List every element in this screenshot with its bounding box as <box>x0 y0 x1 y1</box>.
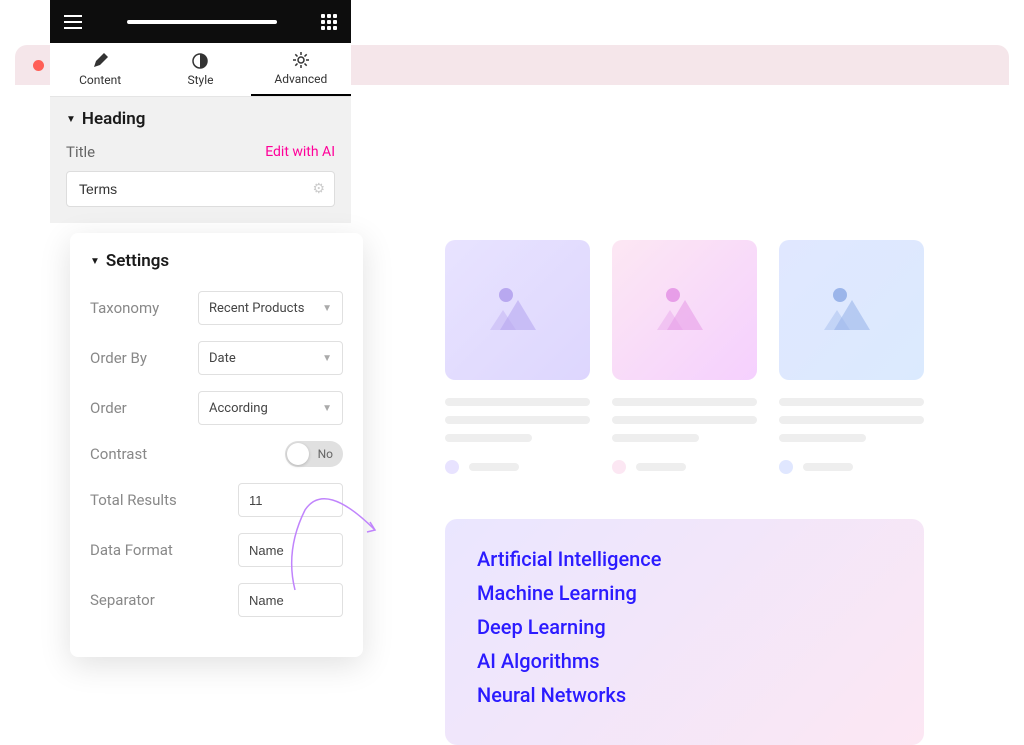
caret-down-icon: ▼ <box>90 256 100 267</box>
tab-label: Content <box>79 73 121 87</box>
edit-with-ai-button[interactable]: Edit with AI <box>265 144 335 160</box>
setting-row-contrast: Contrast No <box>90 441 343 467</box>
setting-row-total: Total Results <box>90 483 343 517</box>
gear-icon <box>293 52 309 68</box>
setting-label: Separator <box>90 591 155 609</box>
skeleton-line <box>612 398 757 406</box>
pencil-icon <box>92 53 108 69</box>
contrast-toggle[interactable]: No <box>285 441 343 467</box>
skeleton-meta <box>779 460 924 474</box>
preview-card <box>779 240 924 474</box>
data-format-input[interactable] <box>238 533 343 567</box>
term-link[interactable]: Neural Networks <box>477 683 892 707</box>
chevron-down-icon: ▼ <box>322 303 332 314</box>
setting-label: Total Results <box>90 491 177 509</box>
image-placeholder-icon <box>779 240 924 380</box>
preview-card <box>612 240 757 474</box>
chevron-down-icon: ▼ <box>322 403 332 414</box>
tab-content[interactable]: Content <box>50 43 150 96</box>
heading-toggle[interactable]: ▼ Heading <box>66 109 335 129</box>
image-placeholder-icon <box>612 240 757 380</box>
order-select[interactable]: According ▼ <box>198 391 343 425</box>
skeleton-meta <box>445 460 590 474</box>
orderby-select[interactable]: Date ▼ <box>198 341 343 375</box>
skeleton-line <box>612 434 699 442</box>
image-placeholder-icon <box>445 240 590 380</box>
skeleton-line <box>445 434 532 442</box>
skeleton-line <box>779 434 866 442</box>
total-results-input[interactable] <box>238 483 343 517</box>
terms-output: Artificial Intelligence Machine Learning… <box>445 519 924 745</box>
setting-label: Taxonomy <box>90 299 159 317</box>
preview-area: Artificial Intelligence Machine Learning… <box>445 240 924 745</box>
taxonomy-select[interactable]: Recent Products ▼ <box>198 291 343 325</box>
setting-row-taxonomy: Taxonomy Recent Products ▼ <box>90 291 343 325</box>
caret-down-icon: ▼ <box>66 114 76 125</box>
skeleton-meta <box>612 460 757 474</box>
title-label: Title <box>66 143 95 161</box>
select-value: Recent Products <box>209 301 304 316</box>
separator-input[interactable] <box>238 583 343 617</box>
settings-popup: ▼ Settings Taxonomy Recent Products ▼ Or… <box>70 233 363 657</box>
select-value: Date <box>209 351 236 366</box>
term-link[interactable]: Machine Learning <box>477 581 892 605</box>
skeleton-line <box>612 416 757 424</box>
setting-label: Order <box>90 399 127 417</box>
skeleton-line <box>445 416 590 424</box>
tab-style[interactable]: Style <box>150 43 250 96</box>
tab-label: Style <box>187 73 213 87</box>
title-input-wrap: ⚙ <box>66 171 335 207</box>
settings-toggle[interactable]: ▼ Settings <box>90 251 343 271</box>
drag-handle-icon[interactable] <box>127 20 277 24</box>
term-link[interactable]: Deep Learning <box>477 615 892 639</box>
dynamic-tag-icon[interactable]: ⚙ <box>312 181 325 197</box>
tab-label: Advanced <box>274 72 327 86</box>
skeleton-line <box>779 398 924 406</box>
setting-row-orderby: Order By Date ▼ <box>90 341 343 375</box>
setting-row-format: Data Format <box>90 533 343 567</box>
section-title: Heading <box>82 109 145 129</box>
tab-advanced[interactable]: Advanced <box>251 43 351 96</box>
apps-grid-icon[interactable] <box>321 14 337 30</box>
chevron-down-icon: ▼ <box>322 353 332 364</box>
skeleton-line <box>445 398 590 406</box>
setting-label: Data Format <box>90 541 173 559</box>
setting-row-order: Order According ▼ <box>90 391 343 425</box>
window-close-icon[interactable] <box>33 60 44 71</box>
editor-topbar <box>50 0 351 43</box>
setting-label: Order By <box>90 349 147 367</box>
settings-title: Settings <box>106 251 169 271</box>
term-link[interactable]: Artificial Intelligence <box>477 547 892 571</box>
setting-row-separator: Separator <box>90 583 343 617</box>
card-row <box>445 240 924 474</box>
preview-card <box>445 240 590 474</box>
select-value: According <box>209 401 268 416</box>
editor-panel: Content Style Advanced ▼ Heading Title E… <box>50 0 351 223</box>
heading-section: ▼ Heading Title Edit with AI ⚙ <box>50 97 351 223</box>
term-link[interactable]: AI Algorithms <box>477 649 892 673</box>
toggle-label: No <box>318 447 333 461</box>
menu-icon[interactable] <box>64 15 82 29</box>
toggle-knob-icon <box>287 443 309 465</box>
title-row: Title Edit with AI <box>66 143 335 161</box>
title-input[interactable] <box>66 171 335 207</box>
skeleton-line <box>779 416 924 424</box>
editor-tabs: Content Style Advanced <box>50 43 351 97</box>
contrast-icon <box>192 53 208 69</box>
setting-label: Contrast <box>90 445 147 463</box>
